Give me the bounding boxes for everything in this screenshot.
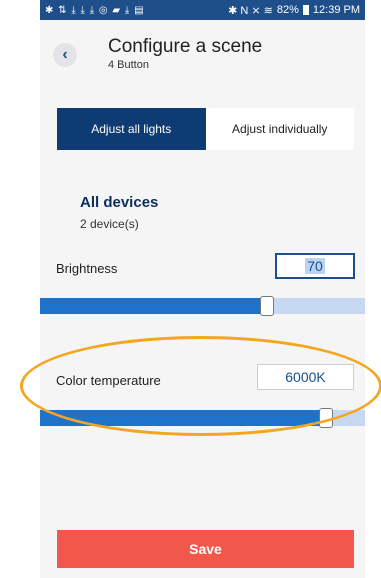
chevron-left-icon: ‹ [62,46,68,63]
brightness-value: 70 [305,258,325,274]
color-temperature-value-field[interactable]: 6000K [257,364,354,390]
tab-adjust-individually[interactable]: Adjust individually [205,108,354,150]
save-button[interactable]: Save [57,530,354,568]
mode-segmented-control: Adjust all lights Adjust individually [57,108,354,150]
brightness-value-field[interactable]: 70 [275,253,355,279]
page-title: Configure a scene [108,36,263,57]
color-temperature-slider-fill [40,410,326,426]
color-temperature-label: Color temperature [56,373,161,388]
system-indicators: ✱ N ⨯ ≋ 82% 12:39 PM [228,4,360,17]
brightness-slider-fill [40,298,267,314]
battery-percent: 82% [276,4,299,16]
devices-count: 2 device(s) [80,217,139,231]
notification-icons: ✱ ⇅ ⤓ ⤓ ⤓ ◎ ▰ ⤓ ▤ [45,4,145,16]
page-subtitle: 4 Button [108,59,149,71]
page-header: ‹ Configure a scene 4 Button [40,20,365,98]
status-bar: ✱ ⇅ ⤓ ⤓ ⤓ ◎ ▰ ⤓ ▤ ✱ N ⨯ ≋ 82% 12:39 PM [40,0,365,20]
color-temperature-value: 6000K [285,369,326,385]
battery-icon [302,5,309,15]
color-temperature-slider-thumb[interactable] [319,408,333,428]
scene-settings: Adjust all lights Adjust individually Al… [40,98,365,578]
clock: 12:39 PM [312,4,360,16]
tab-adjust-all-lights[interactable]: Adjust all lights [57,108,206,150]
color-temperature-slider[interactable] [40,410,365,426]
brightness-slider[interactable] [40,298,365,314]
brightness-label: Brightness [56,261,118,276]
back-button[interactable]: ‹ [53,43,77,67]
brightness-slider-thumb[interactable] [260,296,274,316]
devices-title: All devices [80,194,159,211]
system-icons: ✱ N ⨯ ≋ [228,4,273,17]
